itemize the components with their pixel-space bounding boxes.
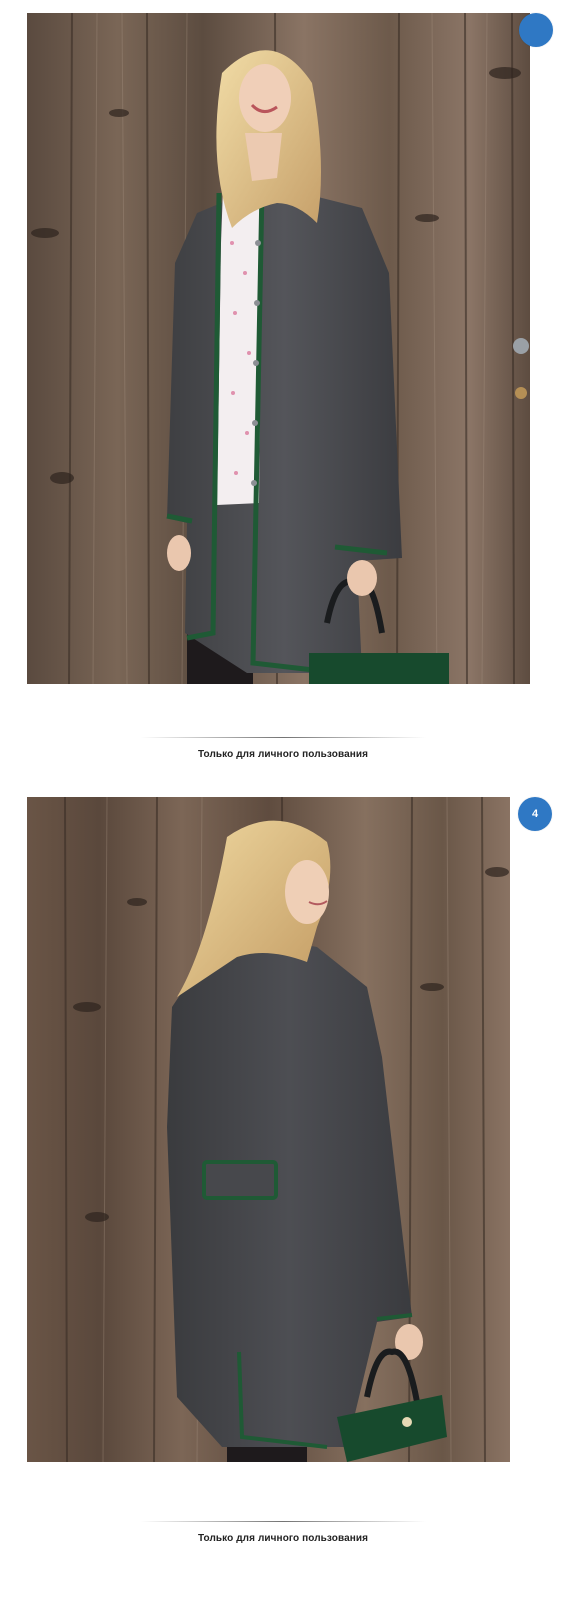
page-1: Только для личного пользования [0, 0, 566, 780]
photo-woman-back [27, 797, 510, 1462]
page-number-label: 4 [531, 808, 539, 820]
caption-divider [140, 1521, 426, 1522]
page-number-badge [519, 13, 553, 47]
caption-divider [140, 737, 426, 738]
photo-woman-front-image [27, 13, 530, 684]
page-2: 4 Только для личного пользования [0, 780, 566, 1601]
photo-woman-back-image [27, 797, 510, 1462]
page-number-badge: 4 [518, 797, 552, 831]
usage-notice: Только для личного пользования [197, 749, 369, 760]
usage-notice: Только для личного пользования [197, 1533, 369, 1544]
photo-woman-front [27, 13, 530, 684]
